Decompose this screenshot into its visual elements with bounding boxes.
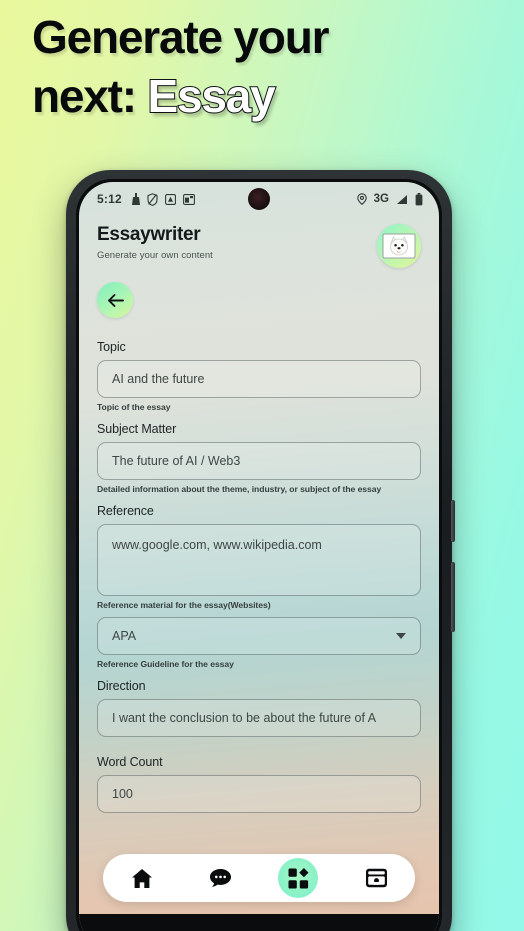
signal-bars-icon — [396, 194, 408, 205]
subject-matter-input[interactable]: The future of AI / Web3 — [97, 442, 421, 480]
form-spacer — [97, 610, 421, 617]
status-bar: 5:12 3G — [79, 182, 439, 216]
reference-guideline-value: APA — [112, 629, 137, 643]
status-bar-left: 5:12 — [97, 192, 195, 206]
apps-grid-icon — [288, 867, 308, 888]
avatar[interactable] — [377, 224, 421, 268]
reference-help: Reference material for the essay(Website… — [97, 600, 271, 610]
nav-item-library[interactable] — [356, 858, 396, 898]
location-pin-icon — [356, 193, 367, 205]
phone-screen: 5:12 3G Essaywriter Generate your own co… — [79, 182, 439, 931]
promo-headline: Generate your next: Essay — [32, 8, 492, 126]
headline-highlight: Essay — [146, 69, 276, 123]
direction-label: Direction — [97, 679, 146, 693]
arrow-left-icon — [107, 293, 124, 307]
reference-guideline-select[interactable]: APA — [97, 617, 421, 655]
topic-input-value: AI and the future — [112, 372, 205, 386]
topic-help: Topic of the essay — [97, 402, 171, 412]
nav-item-apps[interactable] — [278, 858, 318, 898]
chat-bubble-icon — [209, 869, 231, 887]
screenshot-icon — [182, 193, 195, 205]
reference-textarea-value: www.google.com, www.wikipedia.com — [112, 538, 322, 552]
nav-item-home[interactable] — [122, 858, 162, 898]
status-bar-right: 3G — [356, 192, 423, 206]
system-nav-strip — [79, 914, 439, 931]
word-count-label: Word Count — [97, 755, 163, 769]
app-notification-icon — [164, 193, 176, 205]
headline-line-2: next: Essay — [32, 67, 492, 126]
front-camera-punch-hole — [248, 188, 270, 210]
status-time: 5:12 — [97, 192, 122, 206]
phone-power-button[interactable] — [451, 500, 455, 542]
essay-form: Topic AI and the future Topic of the ess… — [79, 318, 439, 813]
chevron-down-icon — [396, 633, 406, 639]
shield-icon — [147, 192, 158, 206]
direction-input-value: I want the conclusion to be about the fu… — [112, 711, 377, 725]
app-header: Essaywriter Generate your own content — [79, 216, 439, 268]
topic-input[interactable]: AI and the future — [97, 360, 421, 398]
headline-prefix: next: — [32, 69, 148, 122]
page-subtitle: Generate your own content — [97, 250, 213, 261]
keyguard-icon — [131, 192, 140, 206]
archive-box-icon — [365, 868, 387, 888]
topic-label: Topic — [97, 340, 126, 354]
phone-mockup: 5:12 3G Essaywriter Generate your own co… — [66, 170, 455, 931]
reference-textarea[interactable]: www.google.com, www.wikipedia.com — [97, 524, 421, 596]
page-title: Essaywriter — [97, 224, 201, 245]
phone-volume-button[interactable] — [451, 562, 455, 632]
home-icon — [132, 868, 152, 888]
subject-matter-input-value: The future of AI / Web3 — [112, 454, 241, 468]
word-count-input[interactable]: 100 — [97, 775, 421, 813]
nav-item-chat[interactable] — [200, 858, 240, 898]
reference-guideline-help: Reference Guideline for the essay — [97, 659, 234, 669]
dog-avatar-icon — [382, 233, 416, 259]
battery-icon — [415, 192, 423, 206]
word-count-input-value: 100 — [112, 787, 133, 801]
subject-matter-label: Subject Matter — [97, 422, 177, 436]
app-header-text: Essaywriter Generate your own content — [97, 224, 213, 261]
status-network-type: 3G — [373, 193, 389, 205]
back-button[interactable] — [97, 282, 133, 318]
phone-bezel: 5:12 3G Essaywriter Generate your own co… — [76, 179, 442, 931]
bottom-navigation — [103, 854, 415, 902]
subject-matter-help: Detailed information about the theme, in… — [97, 484, 382, 494]
reference-label: Reference — [97, 504, 154, 518]
headline-line-1: Generate your — [32, 11, 329, 63]
direction-input[interactable]: I want the conclusion to be about the fu… — [97, 699, 421, 737]
